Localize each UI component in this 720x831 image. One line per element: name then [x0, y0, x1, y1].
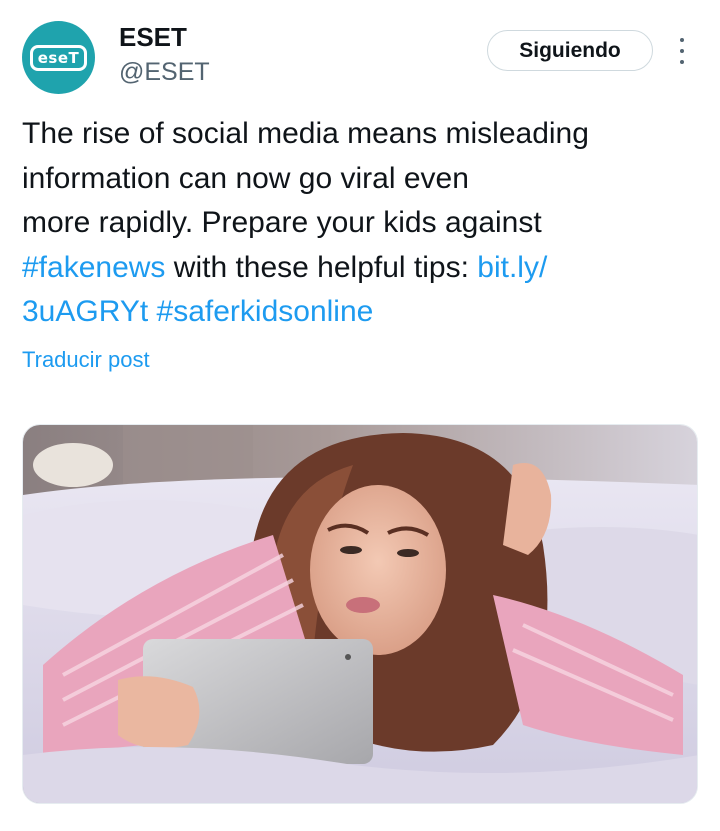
- author-avatar[interactable]: eseT: [22, 21, 95, 94]
- short-link-part-2[interactable]: 3uAGRYt: [22, 295, 148, 328]
- tweet-text: The rise of social media means misleadin…: [22, 112, 692, 335]
- tweet-line-5: 3uAGRYt #saferkidsonline: [22, 290, 692, 335]
- tweet-line-3: more rapidly. Prepare your kids against: [22, 206, 542, 239]
- hashtag-saferkidsonline[interactable]: #saferkidsonline: [157, 295, 374, 328]
- girl-with-tablet-photo: [23, 425, 697, 803]
- tweet-line-2: information can now go viral even: [22, 161, 469, 195]
- tweet-line-1: The rise of social media means misleadin…: [22, 117, 589, 150]
- tweet-line-4: #fakenews with these helpful tips: bit.l…: [22, 246, 692, 291]
- author-name[interactable]: ESET: [119, 22, 187, 52]
- tweet-image[interactable]: [22, 424, 698, 804]
- following-button[interactable]: Siguiendo: [487, 30, 653, 71]
- tweet-line-4-text: with these helpful tips:: [165, 250, 478, 284]
- translate-post-link[interactable]: Traducir post: [22, 345, 150, 375]
- vertical-ellipsis-icon[interactable]: [676, 38, 688, 64]
- author-handle[interactable]: @ESET: [119, 57, 210, 87]
- hashtag-fakenews[interactable]: #fakenews: [22, 251, 165, 284]
- eset-logo: eseT: [29, 44, 88, 71]
- short-link-part-1[interactable]: bit.ly/: [477, 251, 547, 284]
